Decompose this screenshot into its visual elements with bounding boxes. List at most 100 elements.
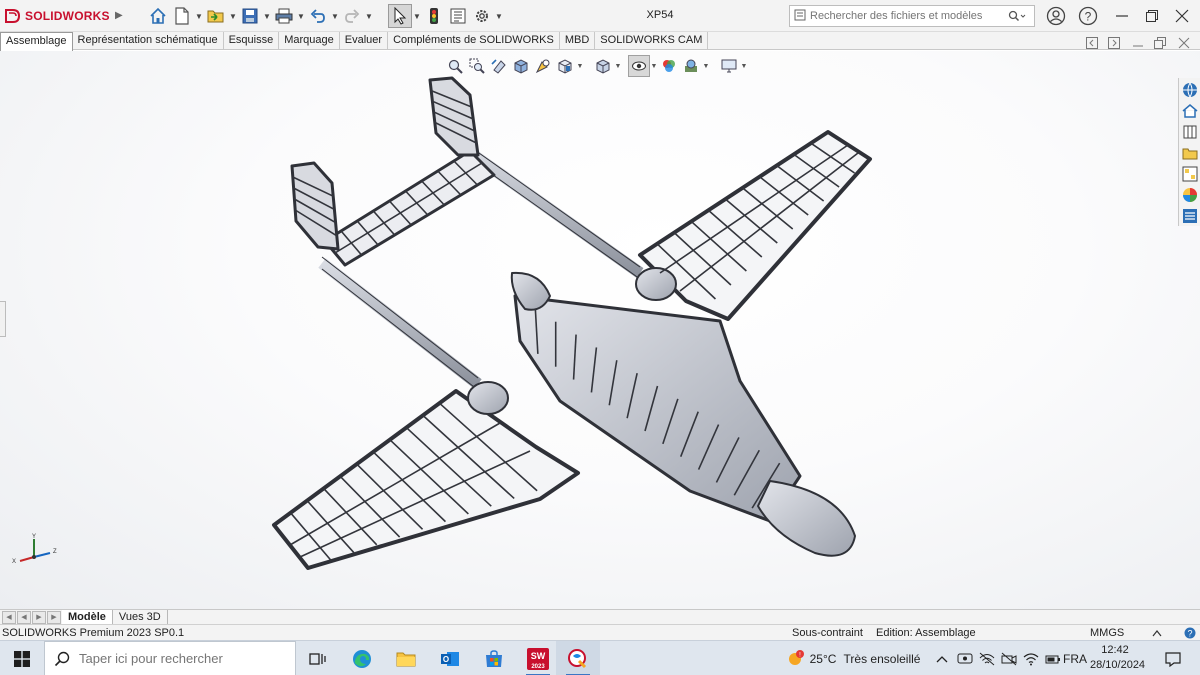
tray-battery-icon[interactable] — [1042, 641, 1064, 675]
open-folder-icon[interactable] — [204, 4, 228, 28]
home-icon[interactable] — [146, 4, 170, 28]
collapse-right-icon[interactable] — [1106, 36, 1122, 50]
new-dropdown-icon[interactable]: ▼ — [194, 4, 204, 28]
file-explorer-icon[interactable] — [1181, 143, 1199, 162]
aircraft-3d-model[interactable] — [0, 51, 1200, 609]
show-hidden-icons-chevron-icon[interactable] — [932, 641, 952, 675]
new-document-icon[interactable] — [170, 4, 194, 28]
tab-mbd[interactable]: MBD — [560, 32, 596, 50]
weather-temperature[interactable]: 25°C — [808, 641, 838, 675]
print-icon[interactable] — [272, 4, 296, 28]
tab-complements[interactable]: Compléments de SOLIDWORKS — [388, 32, 560, 50]
apply-scene-dropdown-icon[interactable]: ▼ — [702, 55, 710, 77]
design-library-icon[interactable] — [1181, 122, 1199, 141]
undo-dropdown-icon[interactable]: ▼ — [330, 4, 340, 28]
system-clock[interactable]: 12:42 28/10/2024 — [1090, 643, 1145, 673]
collapse-left-icon[interactable] — [1084, 36, 1100, 50]
select-pointer-icon[interactable] — [388, 4, 412, 28]
tab-esquisse[interactable]: Esquisse — [224, 32, 280, 50]
rebuild-traffic-light-icon[interactable] — [422, 4, 446, 28]
units-up-arrow-icon[interactable] — [1152, 628, 1162, 640]
solidworks-2023-taskbar-icon[interactable]: SW 2023 — [516, 641, 560, 675]
unit-system[interactable]: MMGS — [1090, 627, 1124, 639]
tab-modele[interactable]: Modèle — [62, 609, 113, 625]
options-dropdown-icon[interactable]: ▼ — [494, 4, 504, 28]
view-orientation-dropdown-icon[interactable]: ▼ — [576, 55, 584, 77]
input-language[interactable]: FRA — [1062, 641, 1088, 675]
taskbar-search-input[interactable] — [79, 651, 289, 666]
scroll-first-icon[interactable]: ◀ — [2, 610, 16, 624]
taskbar-search[interactable] — [44, 641, 296, 675]
view-settings-dropdown-icon[interactable]: ▼ — [740, 55, 748, 77]
file-explorer-taskbar-icon[interactable] — [384, 641, 428, 675]
appearances-scenes-icon[interactable] — [1181, 185, 1199, 204]
edge-browser-icon[interactable] — [340, 641, 384, 675]
windows-start-icon[interactable] — [0, 641, 44, 675]
task-view-icon[interactable] — [296, 641, 340, 675]
scroll-next-icon[interactable]: ▶ — [32, 610, 46, 624]
apply-scene-icon[interactable] — [680, 55, 702, 77]
home-task-icon[interactable] — [1181, 101, 1199, 120]
print-dropdown-icon[interactable]: ▼ — [296, 4, 306, 28]
edit-appearance-icon[interactable] — [658, 55, 680, 77]
help-icon[interactable]: ? — [1076, 4, 1100, 28]
display-style-dropdown-icon[interactable]: ▼ — [614, 55, 622, 77]
dynamic-annotation-icon[interactable] — [532, 55, 554, 77]
weather-description[interactable]: Très ensoleillé — [842, 641, 922, 675]
options-gear-icon[interactable] — [470, 4, 494, 28]
open-dropdown-icon[interactable]: ▼ — [228, 4, 238, 28]
tab-vues-3d[interactable]: Vues 3D — [113, 609, 168, 625]
tray-wifi-icon[interactable] — [1020, 641, 1042, 675]
tray-camera-icon[interactable] — [998, 641, 1020, 675]
tab-representation-schematique[interactable]: Représentation schématique — [73, 32, 224, 50]
outlook-icon[interactable]: O — [428, 641, 472, 675]
scroll-last-icon[interactable]: ▶ — [47, 610, 61, 624]
tray-network-off-icon[interactable] — [976, 641, 998, 675]
weather-sun-icon[interactable]: ! — [780, 641, 810, 675]
display-style-icon[interactable] — [592, 55, 614, 77]
close-window-icon[interactable] — [1170, 4, 1194, 28]
search-input[interactable] — [810, 10, 1000, 22]
zoom-to-area-icon[interactable] — [466, 55, 488, 77]
minimize-window-icon[interactable] — [1110, 4, 1134, 28]
restore-window-icon[interactable] — [1140, 4, 1164, 28]
solidworks-resources-icon[interactable] — [1181, 80, 1199, 99]
triad-x-label: X — [12, 559, 16, 565]
custom-properties-icon[interactable] — [1181, 206, 1199, 225]
solidworks-logo[interactable]: SOLIDWORKS — [4, 8, 110, 24]
view-settings-monitor-icon[interactable] — [718, 55, 740, 77]
feature-manager-handle[interactable] — [0, 301, 6, 337]
view-palette-icon[interactable] — [1181, 164, 1199, 183]
select-dropdown-icon[interactable]: ▼ — [412, 4, 422, 28]
file-properties-icon[interactable] — [446, 4, 470, 28]
save-dropdown-icon[interactable]: ▼ — [262, 4, 272, 28]
graphics-area[interactable]: ▼ ▼ ▼ ▼ ▼ Y X Z — [0, 51, 1200, 609]
tray-monitor-icon[interactable] — [954, 641, 976, 675]
scroll-prev-icon[interactable]: ◀ — [17, 610, 31, 624]
redo-dropdown-icon[interactable]: ▼ — [364, 4, 374, 28]
save-icon[interactable] — [238, 4, 262, 28]
menu-expand-icon[interactable]: ▶ — [115, 10, 123, 21]
search-magnifier-icon[interactable] — [1004, 8, 1030, 24]
user-account-icon[interactable] — [1044, 4, 1068, 28]
view-orientation-icon[interactable] — [554, 55, 576, 77]
zoom-to-fit-icon[interactable] — [444, 55, 466, 77]
doc-close-icon[interactable] — [1176, 36, 1192, 50]
undo-icon[interactable] — [306, 4, 330, 28]
search-box[interactable] — [789, 5, 1035, 27]
hide-show-dropdown-icon[interactable]: ▼ — [650, 55, 658, 77]
tab-marquage[interactable]: Marquage — [279, 32, 340, 50]
redo-icon[interactable] — [340, 4, 364, 28]
notifications-icon[interactable] — [1158, 641, 1188, 675]
doc-restore-icon[interactable] — [1152, 36, 1168, 50]
tab-evaluer[interactable]: Evaluer — [340, 32, 389, 50]
tab-assemblage[interactable]: Assemblage — [0, 32, 73, 51]
microsoft-store-icon[interactable] — [472, 641, 516, 675]
solidworks-composer-taskbar-icon[interactable] — [556, 641, 600, 675]
doc-minimize-icon[interactable] — [1130, 36, 1146, 50]
hide-show-items-icon[interactable] — [628, 55, 650, 77]
section-view-icon[interactable] — [510, 55, 532, 77]
triad-y-label: Y — [32, 534, 36, 540]
previous-view-icon[interactable] — [488, 55, 510, 77]
tab-solidworks-cam[interactable]: SOLIDWORKS CAM — [595, 32, 709, 50]
